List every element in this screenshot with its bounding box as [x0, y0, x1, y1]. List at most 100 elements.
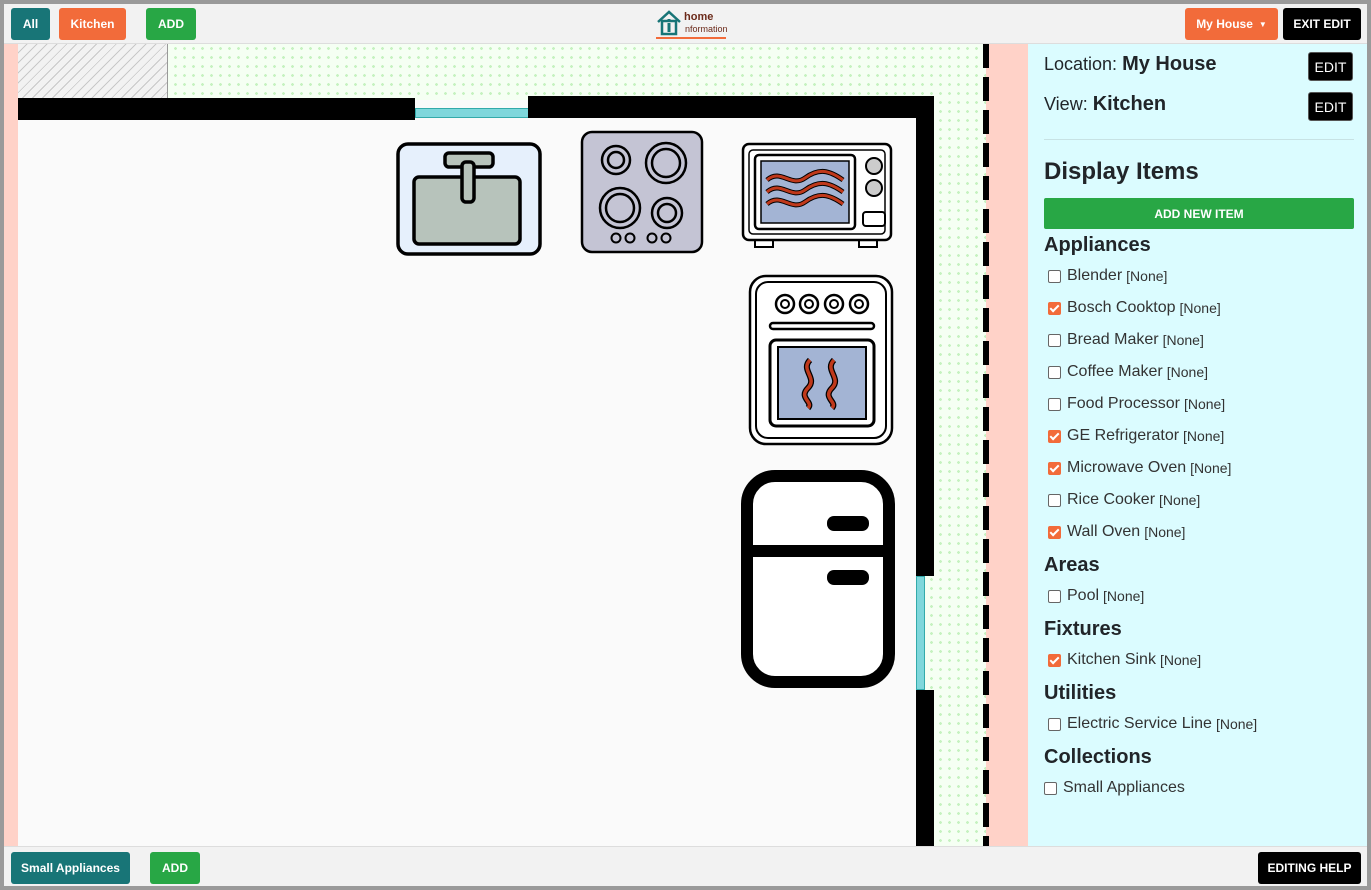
app-window: All Kitchen ADD home nformation My House…	[4, 4, 1367, 886]
checkbox-electric-service-line[interactable]	[1048, 717, 1061, 731]
property-fence	[983, 44, 989, 846]
hatched-area	[18, 44, 168, 100]
add-new-item-button[interactable]: ADD NEW ITEM	[1044, 198, 1354, 229]
add-view-button[interactable]: ADD	[146, 8, 196, 40]
item-location-tag: [None]	[1166, 364, 1208, 380]
checkbox-food-processor[interactable]	[1048, 397, 1061, 411]
kitchen-view-button[interactable]: Kitchen	[59, 8, 126, 40]
bosch-cooktop-icon[interactable]	[580, 130, 704, 254]
checkbox-small-appliances[interactable]	[1044, 781, 1057, 795]
view-prefix: View:	[1044, 94, 1088, 114]
add-collection-button[interactable]: ADD	[150, 852, 200, 884]
top-toolbar: All Kitchen ADD home nformation My House…	[4, 4, 1367, 44]
item-kitchen-sink[interactable]: Kitchen Sink [None]	[1048, 650, 1201, 670]
editing-help-button[interactable]: EDITING HELP	[1258, 852, 1361, 884]
bottom-toolbar: Small Appliances ADD EDITING HELP	[4, 846, 1367, 886]
item-coffee-maker[interactable]: Coffee Maker [None]	[1048, 362, 1208, 382]
top-wall-left	[18, 98, 415, 120]
all-button[interactable]: All	[11, 8, 50, 40]
checkbox-blender[interactable]	[1048, 269, 1061, 283]
item-label: Rice Cooker	[1067, 491, 1156, 508]
item-location-tag: [None]	[1179, 300, 1221, 316]
item-small-appliances[interactable]: Small Appliances	[1044, 778, 1185, 798]
checkbox-pool[interactable]	[1048, 589, 1061, 603]
ge-refrigerator-icon[interactable]	[741, 470, 895, 688]
checkbox-coffee-maker[interactable]	[1048, 365, 1061, 379]
category-areas-heading: Areas	[1044, 554, 1100, 576]
item-label: Pool	[1067, 587, 1100, 604]
checkbox-kitchen-sink[interactable]	[1048, 653, 1061, 667]
item-label: Food Processor	[1067, 395, 1180, 412]
view-name: Kitchen	[1092, 93, 1167, 115]
item-bread-maker[interactable]: Bread Maker [None]	[1048, 330, 1204, 350]
item-location-tag: [None]	[1103, 588, 1145, 604]
checkbox-bread-maker[interactable]	[1048, 333, 1061, 347]
category-fixtures-heading: Fixtures	[1044, 618, 1122, 640]
checkbox-bosch-cooktop[interactable]	[1048, 301, 1061, 315]
item-label: Small Appliances	[1063, 779, 1185, 796]
item-electric-service-line[interactable]: Electric Service Line [None]	[1048, 714, 1257, 734]
item-label: Coffee Maker	[1067, 363, 1163, 380]
item-location-tag: [None]	[1159, 492, 1201, 508]
item-label: Wall Oven	[1067, 523, 1141, 540]
caret-down-icon: ▼	[1258, 19, 1267, 29]
top-window[interactable]	[415, 108, 529, 118]
top-wall-right	[528, 96, 934, 118]
home-information-logo[interactable]: home nformation	[655, 7, 728, 41]
item-location-tag: [None]	[1215, 716, 1258, 732]
logo-text-information: nformation	[685, 24, 728, 34]
item-location-tag: [None]	[1183, 428, 1225, 444]
item-pool[interactable]: Pool [None]	[1048, 586, 1144, 606]
item-label: Electric Service Line	[1067, 715, 1212, 732]
logo-underline	[656, 37, 726, 39]
divider	[1044, 139, 1354, 140]
small-appliances-collection-button[interactable]: Small Appliances	[11, 852, 130, 884]
location-row: Location: My House	[1044, 53, 1217, 76]
item-location-tag: [None]	[1190, 460, 1232, 476]
item-location-tag: [None]	[1183, 396, 1226, 412]
display-items-heading: Display Items	[1044, 158, 1199, 185]
checkbox-rice-cooker[interactable]	[1048, 493, 1061, 507]
microwave-oven-icon[interactable]	[741, 142, 893, 254]
right-window[interactable]	[916, 576, 925, 690]
item-rice-cooker[interactable]: Rice Cooker [None]	[1048, 490, 1200, 510]
category-appliances-heading: Appliances	[1044, 234, 1151, 256]
kitchen-sink-icon[interactable]	[396, 142, 542, 258]
checkbox-ge-refrigerator[interactable]	[1048, 429, 1061, 443]
house-logo-icon	[657, 10, 681, 36]
edit-side-panel: Location: My House EDIT View: Kitchen ED…	[1028, 44, 1367, 846]
item-ge-refrigerator[interactable]: GE Refrigerator [None]	[1048, 426, 1224, 446]
edit-view-button[interactable]: EDIT	[1308, 92, 1353, 121]
location-prefix: Location:	[1044, 54, 1118, 74]
item-label: GE Refrigerator	[1067, 427, 1180, 444]
location-name: My House	[1122, 53, 1217, 75]
location-dropdown-button[interactable]: My House ▼	[1185, 8, 1278, 40]
location-dropdown-label: My House	[1196, 17, 1253, 31]
item-label: Bread Maker	[1067, 331, 1159, 348]
wall-oven-icon[interactable]	[748, 274, 894, 446]
item-blender[interactable]: Blender [None]	[1048, 266, 1167, 286]
item-location-tag: [None]	[1126, 268, 1168, 284]
item-label: Bosch Cooktop	[1067, 299, 1176, 316]
right-wall-lower	[916, 690, 934, 846]
item-food-processor[interactable]: Food Processor [None]	[1048, 394, 1225, 414]
item-location-tag: [None]	[1159, 652, 1202, 668]
right-wall-upper	[916, 96, 934, 576]
item-label: Kitchen Sink	[1067, 651, 1156, 668]
checkbox-microwave-oven[interactable]	[1048, 461, 1061, 475]
category-utilities-heading: Utilities	[1044, 682, 1117, 704]
item-location-tag: [None]	[1162, 332, 1204, 348]
item-microwave-oven[interactable]: Microwave Oven [None]	[1048, 458, 1231, 478]
view-row: View: Kitchen	[1044, 93, 1166, 116]
category-collections-heading: Collections	[1044, 746, 1152, 768]
item-bosch-cooktop[interactable]: Bosch Cooktop [None]	[1048, 298, 1221, 318]
item-location-tag: [None]	[1144, 524, 1186, 540]
checkbox-wall-oven[interactable]	[1048, 525, 1061, 539]
item-wall-oven[interactable]: Wall Oven [None]	[1048, 522, 1185, 542]
item-label: Microwave Oven	[1067, 459, 1187, 476]
exit-edit-button[interactable]: EXIT EDIT	[1283, 8, 1361, 40]
edit-location-button[interactable]: EDIT	[1308, 52, 1353, 81]
item-label: Blender	[1067, 267, 1123, 284]
floor-plan-canvas[interactable]	[4, 44, 1028, 846]
logo-text-home: home	[684, 11, 714, 23]
